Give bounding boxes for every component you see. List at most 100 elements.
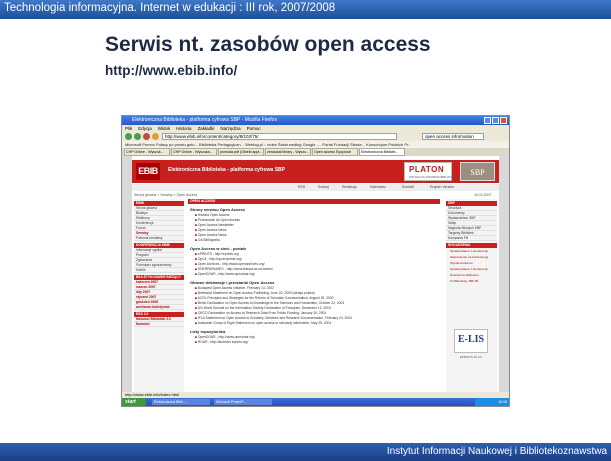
menu-item-pomoc[interactable]: Pomoc <box>247 125 261 132</box>
list-item[interactable]: ■ Australian Group of Eight Statement on… <box>188 321 440 326</box>
menu-item-widok[interactable]: Widok <box>158 125 171 132</box>
elis-logo[interactable]: E-LIS <box>454 329 488 353</box>
list-item-label: Open Access News <box>197 228 227 232</box>
slide-footer-text: Instytut Informacji Naukowej i Bibliotek… <box>386 446 607 457</box>
list-item-label: OpCit - http://opcit.eprints.org/ <box>197 257 242 261</box>
tab-2[interactable]: CHP Online - Wyszuka... <box>171 148 217 156</box>
main-content: OPEN ACCESS Strony serwisu Open Access ■… <box>188 199 440 392</box>
tab-6-active[interactable]: Elektroniczna Bibliote... <box>359 148 405 156</box>
sidebar-item[interactable]: Patronat medialny <box>134 236 184 241</box>
list-item-label: Open Access News <box>197 233 227 237</box>
platon-logo-subtext: POLSKA PLATFORMA BIBLIOTECZNA <box>409 175 463 179</box>
tab-strip: CHP Online - Wyszuk... CHP Online - Wysz… <box>122 148 509 156</box>
tab-4[interactable]: zbnaukal library - Wyszu... <box>265 148 311 156</box>
list-item-label: ePRINTS - http://eprints.org <box>197 252 239 256</box>
page-viewport: EBIB Elektroniczna Biblioteka - platform… <box>122 156 509 392</box>
sbp-logo[interactable]: SBP <box>460 162 495 181</box>
list-item-label: OpenDOAR - http://www.opendoar.org/ <box>197 335 255 339</box>
back-icon[interactable] <box>125 133 132 140</box>
sidebar-item[interactable]: Kampania FN <box>446 236 497 241</box>
platon-logo-text: PLATON <box>409 165 445 174</box>
list-item-label: OECD Declaration on Access to Research D… <box>197 311 327 315</box>
ebib-logo[interactable]: EBIB <box>136 163 160 180</box>
content-heading: OPEN ACCESS <box>188 199 440 204</box>
menu-item-zakladki[interactable]: Zakładki <box>198 125 215 132</box>
window-title: Elektroniczna Biblioteka - platforma cyf… <box>132 117 277 123</box>
nav-english[interactable]: English Version <box>430 184 454 191</box>
windows-taskbar: start Elektroniczna Bibli... Microsoft P… <box>122 398 509 406</box>
platon-logo[interactable]: PLATON POLSKA PLATFORMA BIBLIOTECZNA <box>404 162 462 181</box>
list-item-label: UN World Summit on the Information Socie… <box>197 306 331 310</box>
close-button[interactable] <box>500 117 507 124</box>
list-item[interactable]: ■ OA Bibliografia <box>188 238 440 243</box>
menu-item-narzedzia[interactable]: Narzędzia <box>220 125 240 132</box>
tab-3[interactable]: pomoda.pdf (Obiekt appl... <box>218 148 264 156</box>
list-item-label: Bethesda Statement on Open Access Publis… <box>197 291 315 295</box>
list-item-label: OA Bibliografia <box>197 238 220 242</box>
window-controls <box>484 117 507 124</box>
taskbar-firefox[interactable]: Elektroniczna Bibli... <box>152 399 210 405</box>
home-icon[interactable] <box>152 133 159 140</box>
reload-icon[interactable] <box>143 133 150 140</box>
menu-item-historia[interactable]: Historia <box>176 125 191 132</box>
slide-header-text: Technologia informacyjna. Internet w edu… <box>4 2 336 14</box>
section-title: Główne deklaracje i przeslanki Open Acce… <box>190 280 275 285</box>
list-item-label: OpenDOAR - http://www.opendoar.org/ <box>197 272 255 276</box>
list-item-label: Historia Open Access <box>197 213 230 217</box>
site-top-nav: RSS Szukaj Redakcja Kalendarz Kontakt En… <box>132 184 499 191</box>
list-item-label: Australian Group of Eight Statement on o… <box>197 321 332 325</box>
bookmarks-bar[interactable]: Microsoft Pomoc Polacy po prostu gotu...… <box>122 141 509 148</box>
website: EBIB Elektroniczna Biblioteka - platform… <box>132 156 499 392</box>
browser-screenshot: Elektroniczna Biblioteka - platforma cyf… <box>121 115 510 407</box>
list-item-label: Przewodnik do Open Access <box>197 218 240 222</box>
system-tray-clock: 16:08 <box>475 398 509 406</box>
sidebar-item[interactable]: archiwum biuletynów <box>134 305 184 310</box>
nav-kalendarz[interactable]: Kalendarz <box>370 184 386 191</box>
slide-url: http://www.ebib.info/ <box>105 63 238 78</box>
menu-item-edycja[interactable]: Edycja <box>138 125 152 132</box>
list-item-label: Budapest Open Access Initiative, Februar… <box>197 286 274 290</box>
section-title: Open Access w sieci - portale <box>190 246 247 251</box>
minimize-button[interactable] <box>484 117 491 124</box>
nav-rss[interactable]: RSS <box>298 184 305 191</box>
forward-icon[interactable] <box>134 133 141 140</box>
maximize-button[interactable] <box>492 117 499 124</box>
slide-title: Serwis nt. zasobów open access <box>105 33 431 56</box>
list-item-label: SHERPA/RoMEO - http://www.sherpa.ac.uk/r… <box>197 267 273 271</box>
site-banner: EBIB Elektroniczna Biblioteka - platform… <box>132 160 499 183</box>
left-sidebar: EBIB Strona główna Biuletyn Elektrony Ko… <box>134 199 184 392</box>
nav-szukaj[interactable]: Szukaj <box>318 184 329 191</box>
list-item-label: Open Access Newsletter <box>197 223 234 227</box>
section-title: Listy repozytoriów <box>190 329 226 334</box>
search-input[interactable]: open access information <box>422 133 484 140</box>
news-item[interactable]: IV Warsztaty JBF 08 <box>446 278 497 284</box>
right-sidebar: SBP Struktura Dokumenty Wydawnictwo SBP … <box>446 199 497 392</box>
menu-bar: Plik Edycja Widok Historia Zakładki Narz… <box>122 125 509 132</box>
sidebar-item[interactable]: Nowości <box>134 322 184 327</box>
list-item-label: ACRL Principles and Strategies for the R… <box>197 296 334 300</box>
nav-kontakt[interactable]: Kontakt <box>402 184 414 191</box>
tab-1[interactable]: CHP Online - Wyszuk... <box>124 148 170 156</box>
list-item-label: ROAR - http://archives.eprints.org/ <box>197 340 249 344</box>
sidebar-item[interactable]: Hotele <box>134 268 184 273</box>
slide-footer-bar: Instytut Informacji Naukowej i Bibliotek… <box>0 443 611 461</box>
elis-caption: EPRINTS IN LIS <box>459 355 483 359</box>
banner-title: Elektroniczna Biblioteka - platforma cyf… <box>168 167 285 173</box>
navigation-toolbar: http://www.ebib.info/content/category/8/… <box>122 132 509 141</box>
window-titlebar: Elektroniczna Biblioteka - platforma cyf… <box>122 116 509 125</box>
list-item-label: Berlin Declaration on Open Access to Kno… <box>197 301 345 305</box>
address-input[interactable]: http://www.ebib.info/content/category/8/… <box>162 133 397 140</box>
menu-item-plik[interactable]: Plik <box>125 125 132 132</box>
start-button[interactable]: start <box>122 398 146 406</box>
slide-header-bar: Technologia informacyjna. Internet w edu… <box>0 0 611 19</box>
breadcrumb[interactable]: Strona główna > Serwisy > Open Access <box>134 193 197 197</box>
tab-5[interactable]: Open access Eyuyrush <box>312 148 358 156</box>
list-item[interactable]: ■ ROAR - http://archives.eprints.org/ <box>188 340 440 345</box>
list-item[interactable]: ■ OpenDOAR - http://www.opendoar.org/ <box>188 272 440 277</box>
page-date: 16.04.2007 <box>474 193 492 197</box>
list-item-label: IFLA Statement on Open Access to Scholar… <box>197 316 352 320</box>
section-title: Strony serwisu Open Access <box>190 207 245 212</box>
nav-redakcja[interactable]: Redakcja <box>342 184 357 191</box>
taskbar-powerpoint[interactable]: Microsoft PowerP... <box>214 399 272 405</box>
list-item-label: Open Archives - http://www.openarchives.… <box>197 262 265 266</box>
